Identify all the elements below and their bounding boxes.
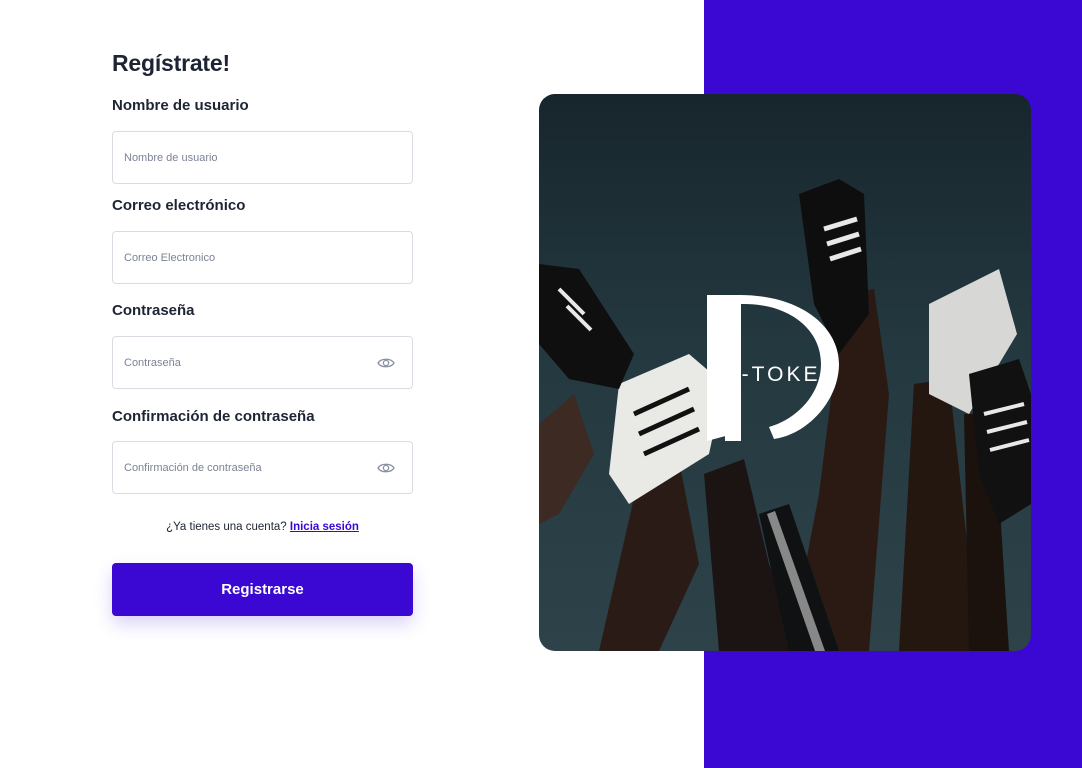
register-button[interactable]: Registrarse <box>112 563 413 616</box>
hero-image: D-TOKE <box>539 94 1031 651</box>
username-field[interactable] <box>112 131 413 184</box>
eye-icon[interactable] <box>377 461 395 475</box>
logo-text: D-TOKE <box>724 363 821 386</box>
password-field[interactable] <box>112 336 413 389</box>
email-input[interactable] <box>124 232 374 283</box>
email-field[interactable] <box>112 231 413 284</box>
signin-question: ¿Ya tienes una cuenta? <box>166 521 287 533</box>
password-input[interactable] <box>124 337 374 388</box>
confirm-password-label: Confirmación de contraseña <box>112 408 315 425</box>
email-label: Correo electrónico <box>112 197 246 214</box>
eye-icon[interactable] <box>377 356 395 370</box>
confirm-password-field[interactable] <box>112 441 413 494</box>
password-label: Contraseña <box>112 302 195 319</box>
signin-prompt: ¿Ya tienes una cuenta? Inicia sesión <box>112 521 413 533</box>
confirm-password-input[interactable] <box>124 442 374 493</box>
username-input[interactable] <box>124 132 374 183</box>
page-title: Regístrate! <box>112 50 230 76</box>
shoe-black-left <box>539 264 634 389</box>
hero-illustration: D-TOKE <box>539 179 1031 651</box>
username-label: Nombre de usuario <box>112 97 249 114</box>
signin-link[interactable]: Inicia sesión <box>290 521 359 533</box>
